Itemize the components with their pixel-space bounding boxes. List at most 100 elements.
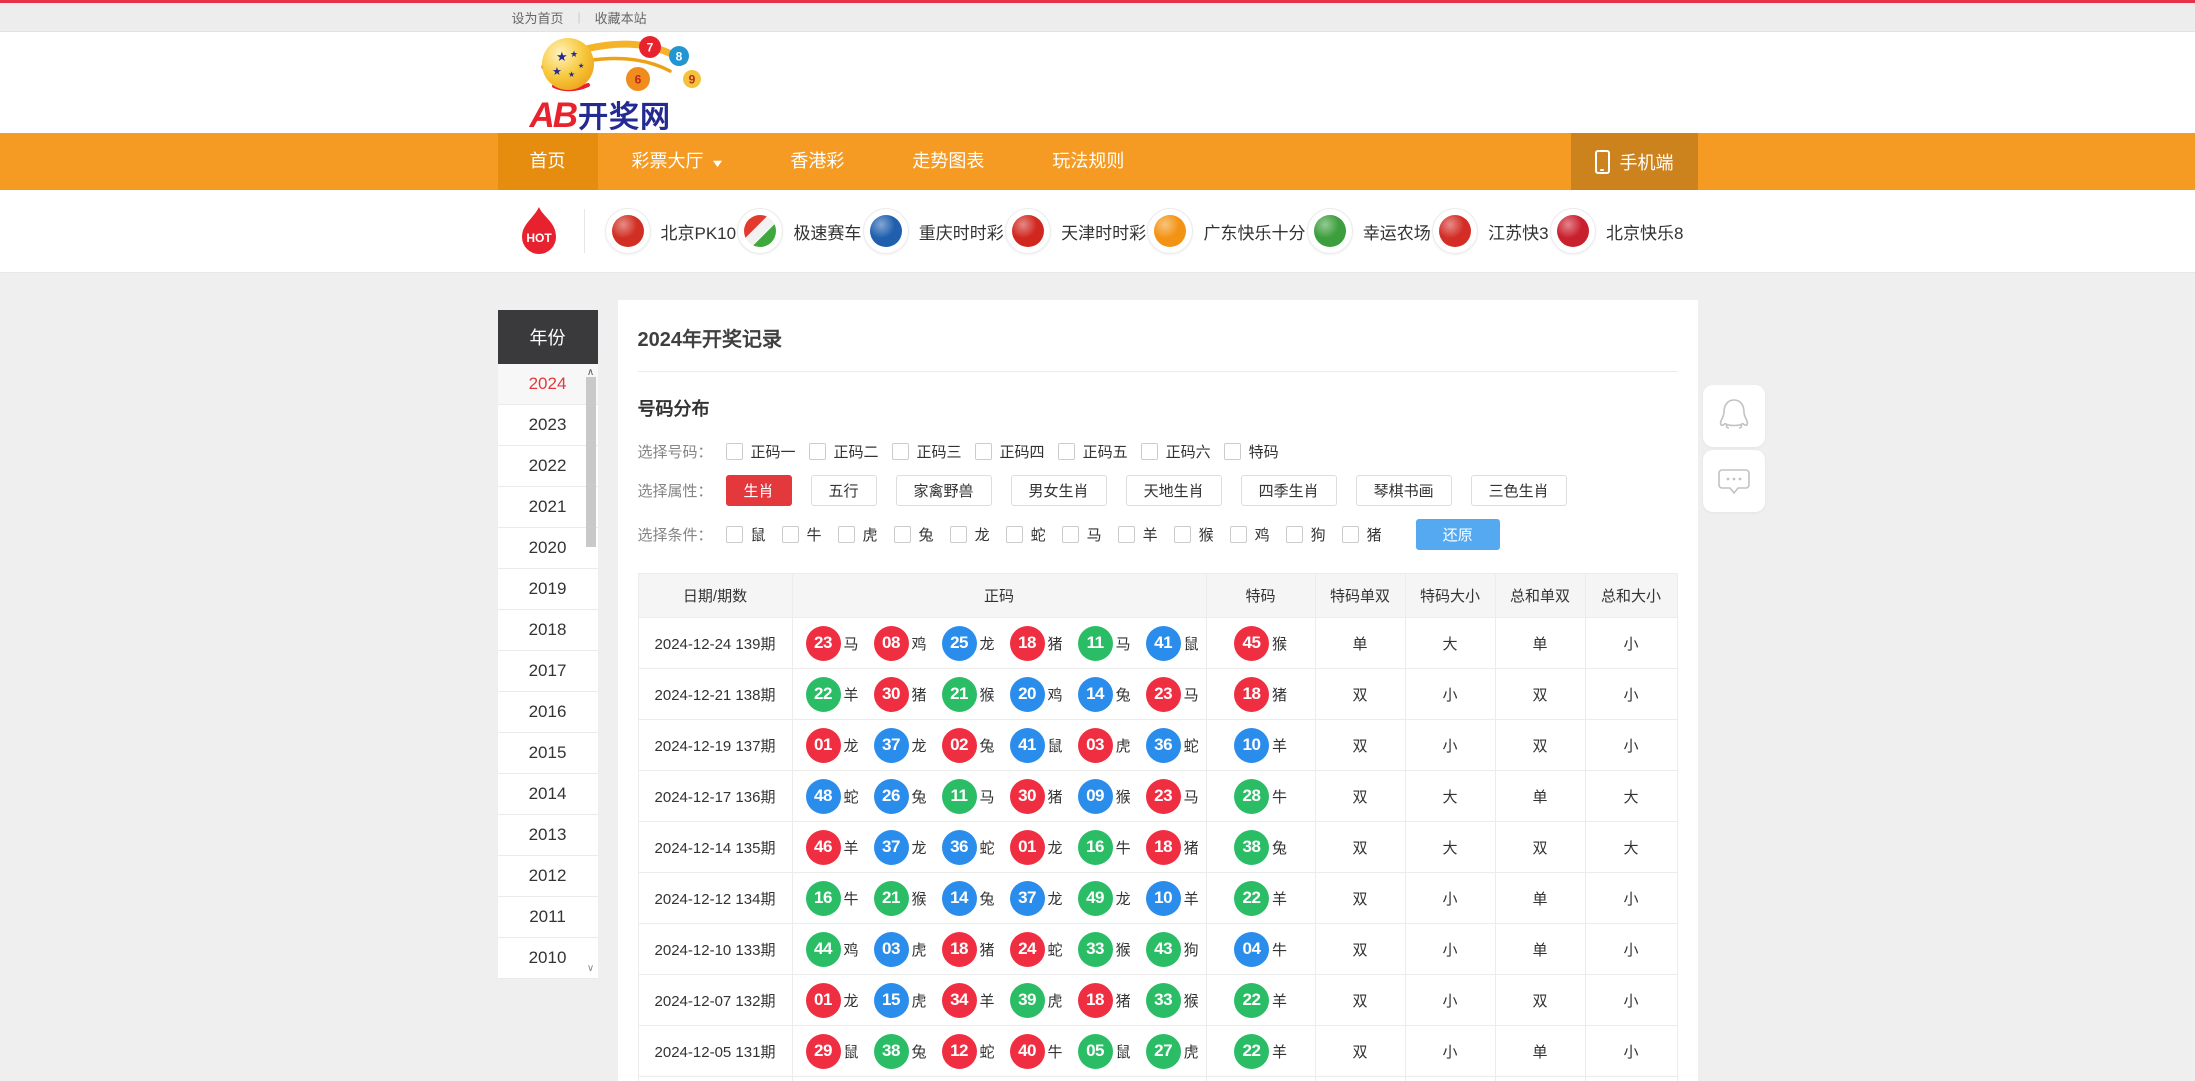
zodiac-label: 牛 <box>844 888 859 909</box>
year-item-2020[interactable]: 2020 <box>498 528 598 569</box>
number-ball: 25 <box>942 626 977 661</box>
number-ball: 21 <box>942 677 977 712</box>
hot-item-幸运农场[interactable]: 幸运农场 <box>1307 208 1431 254</box>
favorite-link[interactable]: 收藏本站 <box>581 8 661 27</box>
hot-item-广东快乐十分[interactable]: 广东快乐十分 <box>1147 208 1305 254</box>
scrollbar-thumb[interactable] <box>586 377 596 547</box>
hot-item-北京PK10[interactable]: 北京PK10 <box>605 208 737 254</box>
checkbox-box <box>1342 526 1359 543</box>
nav-item-玩法规则[interactable]: 玩法规则 <box>1018 133 1158 190</box>
hot-item-北京快乐8[interactable]: 北京快乐8 <box>1550 208 1683 254</box>
special-number-cell: 28牛 <box>1207 771 1316 821</box>
nav-item-彩票大厅[interactable]: 彩票大厅▼ <box>598 133 757 190</box>
table-header-特码单双: 特码单双 <box>1316 574 1406 617</box>
year-item-2017[interactable]: 2017 <box>498 651 598 692</box>
qq-float-button[interactable] <box>1703 385 1765 447</box>
scroll-down-arrow[interactable]: ∨ <box>584 963 598 974</box>
hot-item-极速赛车[interactable]: 极速赛车 <box>737 208 861 254</box>
attr-button-天地生肖[interactable]: 天地生肖 <box>1126 475 1222 506</box>
checkbox-特码[interactable]: 特码 <box>1224 441 1279 462</box>
site-logo[interactable]: ★ ★ ★ ★ ★ 7869 AB 开奖网 <box>528 32 708 136</box>
year-item-2023[interactable]: 2023 <box>498 405 598 446</box>
attr-button-家禽野兽[interactable]: 家禽野兽 <box>896 475 992 506</box>
zodiac-label: 猪 <box>1272 684 1287 705</box>
attr-button-生肖[interactable]: 生肖 <box>726 475 792 506</box>
year-item-2015[interactable]: 2015 <box>498 733 598 774</box>
year-item-2011[interactable]: 2011 <box>498 897 598 938</box>
number-ball: 18 <box>1146 830 1181 865</box>
number-ball-pair: 09猴 <box>1078 779 1131 814</box>
checkbox-正码一[interactable]: 正码一 <box>726 441 796 462</box>
checkbox-label: 鸡 <box>1255 524 1270 545</box>
date-issue-cell: 2024-12-10 133期 <box>639 924 793 974</box>
lottery-icon-circle <box>612 215 644 247</box>
date-issue-cell: 2024-12-21 138期 <box>639 669 793 719</box>
year-item-2010[interactable]: 2010 <box>498 938 598 979</box>
number-ball: 22 <box>1234 983 1269 1018</box>
checkbox-虎[interactable]: 虎 <box>838 524 878 545</box>
year-item-2016[interactable]: 2016 <box>498 692 598 733</box>
zodiac-label: 蛇 <box>1048 939 1063 960</box>
nav-item-首页[interactable]: 首页 <box>498 133 598 190</box>
attr-button-男女生肖[interactable]: 男女生肖 <box>1011 475 1107 506</box>
checkbox-猴[interactable]: 猴 <box>1174 524 1214 545</box>
zodiac-label: 蛇 <box>980 1041 995 1062</box>
checkbox-牛[interactable]: 牛 <box>782 524 822 545</box>
checkbox-鸡[interactable]: 鸡 <box>1230 524 1270 545</box>
checkbox-正码六[interactable]: 正码六 <box>1141 441 1211 462</box>
number-ball: 40 <box>1010 1034 1045 1069</box>
checkbox-正码五[interactable]: 正码五 <box>1058 441 1128 462</box>
hot-item-天津时时彩[interactable]: 天津时时彩 <box>1005 208 1146 254</box>
attr-button-五行[interactable]: 五行 <box>811 475 877 506</box>
svg-text:6: 6 <box>634 73 641 87</box>
zodiac-label: 马 <box>844 633 859 654</box>
zodiac-label: 兔 <box>1116 684 1131 705</box>
zodiac-label: 猴 <box>912 888 927 909</box>
zodiac-label: 龙 <box>1048 837 1063 858</box>
number-ball-pair: 14兔 <box>942 881 995 916</box>
sidebar-scrollbar[interactable]: ∧∨ <box>584 364 598 979</box>
chat-float-button[interactable] <box>1703 450 1765 512</box>
year-list: 2024202320222021202020192018201720162015… <box>498 364 598 979</box>
year-item-2018[interactable]: 2018 <box>498 610 598 651</box>
checkbox-蛇[interactable]: 蛇 <box>1006 524 1046 545</box>
attr-button-琴棋书画[interactable]: 琴棋书画 <box>1356 475 1452 506</box>
checkbox-龙[interactable]: 龙 <box>950 524 990 545</box>
year-item-2021[interactable]: 2021 <box>498 487 598 528</box>
reset-button[interactable]: 还原 <box>1416 519 1500 550</box>
hot-item-label: 幸运农场 <box>1363 219 1431 244</box>
hot-item-重庆时时彩[interactable]: 重庆时时彩 <box>863 208 1004 254</box>
number-ball-pair: 08鸡 <box>874 626 927 661</box>
year-item-2012[interactable]: 2012 <box>498 856 598 897</box>
checkbox-鼠[interactable]: 鼠 <box>726 524 766 545</box>
attr-button-四季生肖[interactable]: 四季生肖 <box>1241 475 1337 506</box>
stat-cell-2: 单 <box>1496 1026 1586 1076</box>
number-ball: 21 <box>874 881 909 916</box>
nav-item-香港彩[interactable]: 香港彩 <box>756 133 878 190</box>
checkbox-猪[interactable]: 猪 <box>1342 524 1382 545</box>
special-number-cell: 10羊 <box>1207 720 1316 770</box>
checkbox-羊[interactable]: 羊 <box>1118 524 1158 545</box>
checkbox-兔[interactable]: 兔 <box>894 524 934 545</box>
checkbox-正码三[interactable]: 正码三 <box>892 441 962 462</box>
set-home-link[interactable]: 设为首页 <box>498 8 578 27</box>
hot-item-江苏快3[interactable]: 江苏快3 <box>1432 208 1548 254</box>
checkbox-马[interactable]: 马 <box>1062 524 1102 545</box>
checkbox-正码二[interactable]: 正码二 <box>809 441 879 462</box>
year-item-2014[interactable]: 2014 <box>498 774 598 815</box>
year-item-2019[interactable]: 2019 <box>498 569 598 610</box>
zodiac-label: 猴 <box>1272 633 1287 654</box>
stat-cell-3: 小 <box>1586 1026 1677 1076</box>
year-item-2013[interactable]: 2013 <box>498 815 598 856</box>
zodiac-label: 马 <box>1184 684 1199 705</box>
section-title: 号码分布 <box>638 395 1678 421</box>
nav-item-走势图表[interactable]: 走势图表 <box>878 133 1018 190</box>
svg-text:★: ★ <box>568 70 575 79</box>
stat-cell-3: 大 <box>1586 771 1677 821</box>
year-item-2022[interactable]: 2022 <box>498 446 598 487</box>
year-item-2024[interactable]: 2024 <box>498 364 598 405</box>
attr-button-三色生肖[interactable]: 三色生肖 <box>1471 475 1567 506</box>
checkbox-狗[interactable]: 狗 <box>1286 524 1326 545</box>
checkbox-正码四[interactable]: 正码四 <box>975 441 1045 462</box>
mobile-site-button[interactable]: 手机端 <box>1571 133 1698 190</box>
